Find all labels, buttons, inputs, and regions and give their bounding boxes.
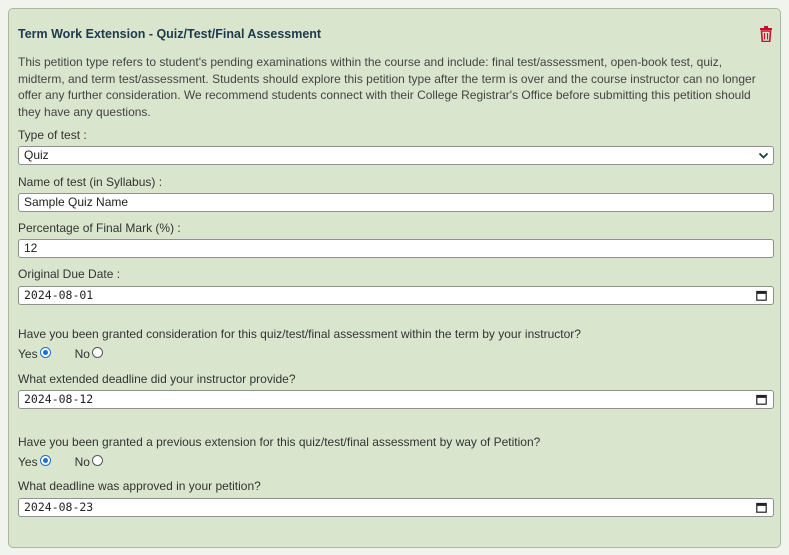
name-of-test-label: Name of test (in Syllabus) :	[18, 175, 163, 189]
trash-icon[interactable]	[759, 26, 773, 42]
original-due-date-value: 2024-08-01	[24, 288, 94, 302]
chevron-down-icon	[758, 152, 769, 159]
calendar-icon[interactable]	[756, 290, 767, 301]
instructor-consideration-no-label: No	[74, 347, 90, 361]
instructor-consideration-radio-group: Yes No	[18, 346, 103, 361]
petition-card: Term Work Extension - Quiz/Test/Final As…	[8, 8, 781, 548]
previous-extension-no-label: No	[74, 455, 90, 469]
type-of-test-select[interactable]: Quiz	[18, 146, 774, 165]
card-description: This petition type refers to student's p…	[18, 55, 756, 119]
petition-deadline-input[interactable]: 2024-08-23	[18, 498, 774, 517]
instructor-deadline-value: 2024-08-12	[24, 392, 94, 406]
name-of-test-input[interactable]: Sample Quiz Name	[18, 193, 774, 212]
card-title: Term Work Extension - Quiz/Test/Final As…	[18, 27, 322, 41]
original-due-date-label: Original Due Date :	[18, 267, 121, 281]
previous-extension-radio-group: Yes No	[18, 454, 103, 469]
instructor-deadline-label: What extended deadline did your instruct…	[18, 372, 296, 386]
instructor-consideration-yes-radio[interactable]	[39, 346, 51, 358]
instructor-consideration-no-radio[interactable]	[91, 346, 103, 358]
original-due-date-input[interactable]: 2024-08-01	[18, 286, 774, 305]
type-of-test-value: Quiz	[24, 148, 49, 162]
previous-extension-no-radio[interactable]	[91, 454, 103, 466]
previous-extension-question: Have you been granted a previous extensi…	[18, 435, 541, 449]
percentage-input[interactable]: 12	[18, 239, 774, 258]
instructor-consideration-yes-label: Yes	[18, 347, 38, 361]
previous-extension-yes-radio[interactable]	[39, 454, 51, 466]
calendar-icon[interactable]	[756, 394, 767, 405]
instructor-deadline-input[interactable]: 2024-08-12	[18, 390, 774, 409]
type-of-test-label: Type of test :	[18, 128, 87, 142]
petition-deadline-value: 2024-08-23	[24, 500, 94, 514]
percentage-label: Percentage of Final Mark (%) :	[18, 221, 181, 235]
petition-deadline-label: What deadline was approved in your petit…	[18, 479, 261, 493]
instructor-consideration-question: Have you been granted consideration for …	[18, 327, 581, 341]
calendar-icon[interactable]	[756, 502, 767, 513]
previous-extension-yes-label: Yes	[18, 455, 38, 469]
